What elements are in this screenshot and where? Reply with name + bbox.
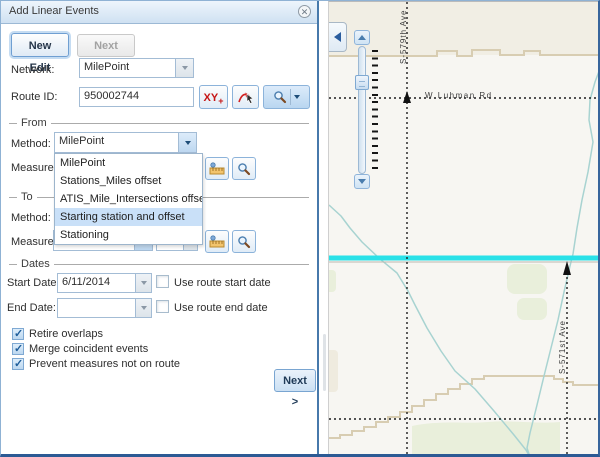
prevent-measures-label: Prevent measures not on route bbox=[29, 358, 180, 370]
to-method-label: Method: bbox=[11, 212, 51, 224]
end-date-label: End Date: bbox=[7, 302, 56, 314]
zoom-slider-track[interactable] bbox=[358, 46, 366, 174]
network-combobox[interactable]: MilePoint bbox=[79, 58, 194, 78]
search-icon bbox=[237, 162, 251, 176]
to-measure-search-button[interactable] bbox=[232, 230, 256, 253]
select-on-map-icon bbox=[238, 89, 254, 105]
zoom-in-button[interactable] bbox=[354, 30, 370, 45]
use-route-start-date-label: Use route start date bbox=[174, 277, 271, 289]
chevron-down-icon bbox=[185, 141, 191, 145]
to-measure-label: Measure: bbox=[11, 236, 57, 248]
chevron-down-icon bbox=[294, 95, 300, 99]
start-date-field[interactable]: 6/11/2014 bbox=[57, 273, 152, 293]
select-route-on-map-button[interactable] bbox=[232, 85, 259, 109]
road-label-s571st-ave: S-571st Ave bbox=[558, 320, 567, 374]
arrow-up-icon bbox=[358, 35, 366, 40]
button-divider bbox=[290, 89, 291, 105]
dropdown-option[interactable]: MilePoint bbox=[55, 154, 202, 172]
next-button[interactable]: Next > bbox=[274, 369, 316, 392]
dropdown-option[interactable]: Stationing bbox=[55, 226, 202, 244]
add-linear-events-panel: Add Linear Events ✕ New Edit Next Edit N… bbox=[1, 1, 319, 454]
from-section-legend: From bbox=[9, 117, 309, 129]
chevron-down-icon bbox=[182, 66, 188, 70]
use-route-end-date-label: Use route end date bbox=[174, 302, 268, 314]
ruler-icon bbox=[209, 235, 225, 249]
network-label: Network: bbox=[11, 64, 54, 76]
chevron-down-icon bbox=[141, 306, 147, 310]
merge-coincident-events-label: Merge coincident events bbox=[29, 343, 148, 355]
prevent-measures-checkbox[interactable] bbox=[12, 358, 24, 370]
from-measure-ruler-button[interactable] bbox=[205, 157, 229, 180]
road-label-s579th-ave: S-579th Ave bbox=[399, 10, 408, 64]
retire-overlaps-label: Retire overlaps bbox=[29, 328, 103, 340]
retire-overlaps-checkbox[interactable] bbox=[12, 328, 24, 340]
from-measure-search-button[interactable] bbox=[232, 157, 256, 180]
end-date-field[interactable] bbox=[57, 298, 152, 318]
route-id-label: Route ID: bbox=[11, 91, 57, 103]
method-dropdown-list: MilePoint Stations_Miles offset ATIS_Mil… bbox=[54, 153, 203, 245]
from-method-value: MilePoint bbox=[59, 135, 104, 147]
chevron-down-icon bbox=[141, 281, 147, 285]
next-edit-button[interactable]: Next Edit bbox=[77, 34, 135, 57]
zoom-out-button[interactable] bbox=[354, 174, 370, 189]
route-id-value: 950002744 bbox=[84, 90, 139, 102]
panel-title: Add Linear Events bbox=[9, 5, 99, 17]
start-date-label: Start Date: bbox=[7, 277, 60, 289]
from-method-dropdown-arrow[interactable] bbox=[178, 133, 196, 152]
merge-coincident-events-checkbox[interactable] bbox=[12, 343, 24, 355]
end-date-dropdown-arrow[interactable] bbox=[135, 299, 151, 317]
route-search-split-button[interactable] bbox=[263, 85, 310, 109]
search-icon bbox=[237, 235, 251, 249]
arrow-down-icon bbox=[358, 179, 366, 184]
dates-section-legend: Dates bbox=[9, 258, 309, 270]
collapse-panel-button[interactable] bbox=[329, 22, 347, 52]
zoom-slider-handle[interactable] bbox=[355, 75, 369, 90]
road-label-w-luhman-rd: W Luhman Rd bbox=[425, 91, 493, 100]
scrollbar-thumb[interactable] bbox=[323, 334, 326, 391]
to-measure-ruler-button[interactable] bbox=[205, 230, 229, 253]
map-viewport[interactable]: S-579th Ave W Luhman Rd S-571st Ave bbox=[328, 1, 598, 454]
network-dropdown-arrow[interactable] bbox=[175, 59, 193, 77]
xy-coordinates-button[interactable]: XY+ bbox=[199, 85, 228, 109]
search-icon bbox=[273, 90, 287, 104]
close-icon[interactable]: ✕ bbox=[298, 5, 311, 18]
from-method-combobox[interactable]: MilePoint bbox=[54, 132, 197, 153]
start-date-dropdown-arrow[interactable] bbox=[135, 274, 151, 292]
panel-splitter[interactable] bbox=[319, 1, 328, 454]
ruler-icon bbox=[209, 162, 225, 176]
from-method-label: Method: bbox=[11, 138, 51, 150]
use-route-end-date-checkbox[interactable] bbox=[156, 300, 169, 313]
dropdown-option-highlighted[interactable]: Starting station and offset bbox=[55, 208, 202, 226]
xy-icon: XY+ bbox=[204, 88, 224, 106]
panel-titlebar: Add Linear Events ✕ bbox=[1, 1, 317, 24]
zoom-level-ticks bbox=[372, 50, 378, 173]
dropdown-option[interactable]: ATIS_Mile_Intersections offset bbox=[55, 190, 202, 208]
start-date-value: 6/11/2014 bbox=[62, 276, 110, 288]
dropdown-option[interactable]: Stations_Miles offset bbox=[55, 172, 202, 190]
route-id-input[interactable]: 950002744 bbox=[79, 87, 194, 107]
use-route-start-date-checkbox[interactable] bbox=[156, 275, 169, 288]
network-value: MilePoint bbox=[84, 61, 129, 73]
new-edit-button[interactable]: New Edit bbox=[11, 33, 69, 57]
from-measure-label: Measure: bbox=[11, 162, 57, 174]
chevron-left-icon bbox=[334, 32, 341, 42]
app-window: Add Linear Events ✕ New Edit Next Edit N… bbox=[0, 0, 600, 457]
map-canvas bbox=[329, 2, 598, 454]
